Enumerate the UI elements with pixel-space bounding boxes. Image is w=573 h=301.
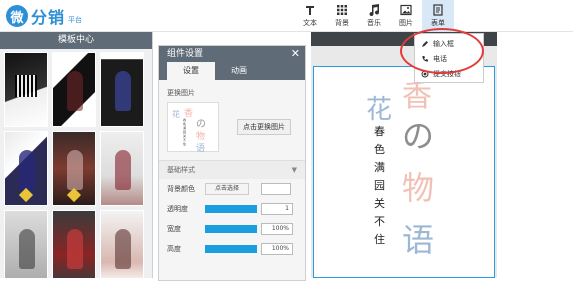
bg-color-row: 背景颜色 点击选择	[159, 179, 305, 199]
bg-color-label: 背景颜色	[167, 185, 195, 193]
template-thumbnail[interactable]	[100, 52, 144, 127]
height-row: 高度 100%	[159, 239, 305, 259]
bg-color-swatch[interactable]	[261, 183, 291, 195]
toolbar-text-button[interactable]: 文本	[294, 0, 326, 32]
toolbar-form-label: 表单	[431, 19, 445, 27]
component-settings-panel: 组件设置 ✕ 设置 动画 更换图片 花 香 の 物 语 春色满园关不住 点击更换…	[158, 45, 306, 281]
template-thumbnail[interactable]	[4, 210, 48, 278]
music-icon	[369, 4, 380, 16]
toolbar-image-label: 图片	[399, 19, 413, 27]
settings-header: 组件设置 ✕	[159, 46, 305, 62]
toolbar-music-label: 音乐	[367, 19, 381, 27]
toolbar-text-label: 文本	[303, 19, 317, 27]
image-icon	[400, 4, 412, 16]
radio-icon	[421, 70, 429, 77]
replace-image-label: 更换图片	[167, 89, 195, 97]
bg-color-pick-button[interactable]: 点击选择	[205, 183, 249, 195]
menu-item-label: 输入框	[433, 39, 454, 48]
basic-style-label: 基础样式	[167, 166, 195, 174]
preview-vertical-text: 春色满园关不住	[183, 118, 187, 146]
canvas-char-yu[interactable]: 语	[402, 215, 434, 261]
image-preview: 花 香 の 物 语 春色满园关不住	[167, 102, 219, 154]
template-thumbnail[interactable]	[100, 210, 144, 278]
toolbar-background-label: 背景	[335, 19, 349, 27]
opacity-input[interactable]: 1	[261, 203, 293, 215]
form-dropdown-menu: 输入框 电话 提交按钮	[414, 33, 484, 83]
opacity-row: 透明度 1	[159, 199, 305, 219]
toolbar-form-button[interactable]: 表单	[422, 0, 454, 32]
canvas-char-wu[interactable]: 物	[402, 163, 434, 209]
logo-name: 分销	[31, 8, 66, 27]
chevron-down-icon: ▼	[291, 166, 297, 174]
width-input[interactable]: 100%	[261, 223, 293, 235]
text-icon	[306, 6, 314, 15]
width-row: 宽度 100%	[159, 219, 305, 239]
canvas-char-hua[interactable]: 花	[366, 89, 392, 126]
logo-badge: 微	[6, 5, 28, 27]
template-panel: 模板中心	[0, 32, 153, 278]
image-row: 花 香 の 物 语 春色满园关不住 点击更换图片	[167, 102, 305, 154]
tab-animation[interactable]: 动画	[215, 62, 263, 80]
width-label: 宽度	[167, 225, 181, 233]
canvas-char-no[interactable]: の	[402, 111, 434, 157]
close-icon[interactable]: ✕	[291, 46, 300, 62]
toolbar-image-button[interactable]: 图片	[390, 0, 422, 32]
toolbar-background-button[interactable]: 背景	[326, 0, 358, 32]
opacity-label: 透明度	[167, 205, 188, 213]
preview-char-hua: 花	[172, 110, 180, 119]
grid-icon	[337, 5, 347, 15]
menu-item-input-field[interactable]: 输入框	[415, 36, 483, 51]
opacity-slider[interactable]	[205, 205, 257, 213]
tab-settings[interactable]: 设置	[167, 62, 215, 80]
template-thumbnail[interactable]	[52, 210, 96, 278]
editor-toolbar: 文本 背景 音乐 图片 表单	[294, 0, 454, 32]
width-slider[interactable]	[205, 225, 257, 233]
template-thumbnail[interactable]	[4, 52, 48, 127]
menu-item-submit-button[interactable]: 提交按钮	[415, 66, 483, 81]
template-panel-title: 模板中心	[0, 32, 152, 49]
top-bar: 微 分销 平台 文本 背景 音乐 图片 表单	[0, 0, 573, 32]
height-input[interactable]: 100%	[261, 243, 293, 255]
logo[interactable]: 微 分销 平台	[6, 4, 82, 28]
basic-style-section[interactable]: 基础样式 ▼	[159, 161, 305, 179]
preview-char-no: の	[196, 119, 206, 130]
logo-sub: 平台	[68, 16, 83, 24]
height-slider[interactable]	[205, 245, 257, 253]
phone-canvas[interactable]: 花 香 の 物 语 春色满园关不住	[313, 66, 495, 278]
template-grid	[0, 49, 152, 278]
replace-image-button[interactable]: 点击更换图片	[237, 119, 291, 135]
menu-item-label: 提交按钮	[433, 69, 461, 78]
form-icon	[433, 4, 443, 16]
phone-icon	[422, 55, 428, 62]
preview-char-yu: 语	[196, 144, 206, 154]
template-thumbnail[interactable]	[4, 131, 48, 206]
menu-item-phone[interactable]: 电话	[415, 51, 483, 66]
settings-title: 组件设置	[167, 49, 204, 59]
canvas-vertical-text[interactable]: 春色满园关不住	[374, 123, 386, 249]
toolbar-music-button[interactable]: 音乐	[358, 0, 390, 32]
menu-item-label: 电话	[433, 54, 447, 63]
pen-icon	[422, 40, 428, 47]
template-thumbnail[interactable]	[52, 52, 96, 127]
template-thumbnail[interactable]	[100, 131, 144, 206]
height-label: 高度	[167, 245, 181, 253]
template-thumbnail[interactable]	[52, 131, 96, 206]
settings-tabs: 设置 动画	[159, 62, 305, 80]
